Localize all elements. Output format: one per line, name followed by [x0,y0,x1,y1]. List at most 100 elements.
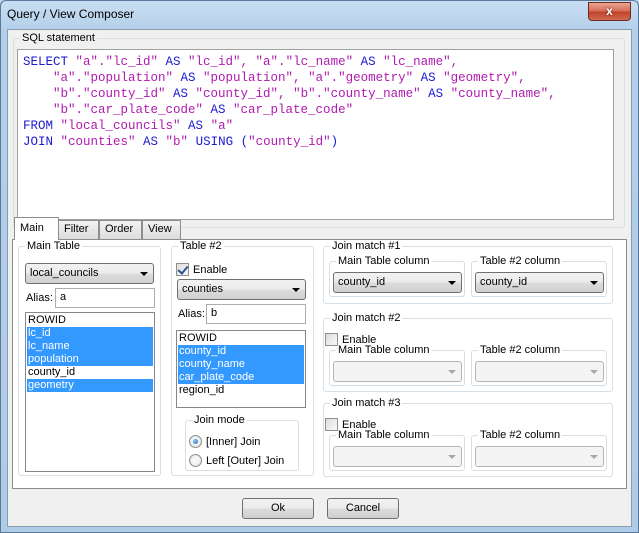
sql-identifier: "a"."population" [23,71,181,85]
chevron-down-icon [590,281,598,285]
sql-identifier: "b"."car_plate_code" [23,103,211,117]
left-outer-join-label: Left [Outer] Join [206,455,285,467]
sql-line: JOIN "counties" AS "b" USING ("county_id… [23,134,608,150]
sql-keyword: AS [173,87,196,101]
sql-keyword: JOIN [23,135,61,149]
sql-statement-text[interactable]: SELECT "a"."lc_id" AS "lc_id", "a"."lc_n… [17,49,614,220]
sql-identifier: "lc_id", "a"."lc_name" [188,55,361,69]
close-button[interactable]: x [588,2,631,21]
jm3-t2-col-select[interactable] [475,446,604,467]
sql-line: "b"."car_plate_code" AS "car_plate_code" [23,102,608,118]
sql-keyword: AS [180,71,204,85]
join-match-1-label: Join match #1 [332,240,401,252]
inner-join-label: [Inner] Join [206,436,261,448]
sql-keyword: FROM [23,119,61,133]
jm3-main-col-select[interactable] [333,446,462,467]
jm2-t2-col-label: Table #2 column [480,344,561,356]
cancel-button[interactable]: Cancel [327,498,399,519]
table2-alias-label: Alias: [178,308,205,320]
sql-keyword: ) [330,135,339,149]
window-title: Query / View Composer [7,7,135,21]
chevron-down-icon [448,370,456,374]
sql-keyword: AS [360,55,384,69]
sql-keyword: AS [188,119,211,133]
column-list-item[interactable]: population [27,353,153,366]
column-list-item[interactable]: ROWID [27,314,153,327]
join-mode-label: Join mode [194,414,245,426]
column-list-item[interactable]: county_name [178,358,304,371]
sql-keyword: AS [210,103,234,117]
column-list-item[interactable]: region_id [178,384,304,397]
sql-keyword: SELECT [23,55,76,69]
join-match-2-label: Join match #2 [332,312,401,324]
chevron-down-icon [590,370,598,374]
jm1-main-col-label: Main Table column [338,255,430,267]
close-icon: x [606,4,613,18]
sql-identifier: "county_name", [450,87,556,101]
sql-identifier: "b"."county_id" [23,87,174,101]
jm1-t2-col-select[interactable]: county_id [475,272,604,293]
sql-keyword: USING ( [195,135,249,149]
sql-identifier: "car_plate_code" [233,103,354,117]
main-table-value: local_councils [30,267,99,279]
inner-join-radio[interactable] [189,435,202,448]
table2-enable-checkbox[interactable] [176,263,189,276]
tab-view[interactable]: View [142,220,181,239]
sql-identifier: "b" [165,135,196,149]
table2-label: Table #2 [180,240,222,252]
sql-identifier: "local_councils" [60,119,189,133]
sql-keyword: AS [143,135,166,149]
column-list-item[interactable]: county_id [27,366,153,379]
chevron-down-icon [140,272,148,276]
sql-identifier: "a"."lc_id" [75,55,166,69]
jm1-t2-col-label: Table #2 column [480,255,561,267]
sql-identifier: "population", "a"."geometry" [203,71,421,85]
title-bar: Query / View Composer x [1,1,638,29]
tab-filter[interactable]: Filter [58,220,99,239]
column-list-item[interactable]: ROWID [178,332,304,345]
tab-main[interactable]: Main [14,217,59,240]
jm2-t2-col-select[interactable] [475,361,604,382]
ok-button[interactable]: Ok [242,498,314,519]
jm3-main-col-label: Main Table column [338,429,430,441]
main-table-label: Main Table [27,240,80,252]
main-alias-label: Alias: [26,292,53,304]
sql-keyword: AS [165,55,189,69]
column-list-item[interactable]: car_plate_code [178,371,304,384]
chevron-down-icon [448,455,456,459]
column-list-item[interactable]: geometry [27,379,153,392]
sql-identifier: "county_id" [248,135,331,149]
sql-keyword: AS [428,87,451,101]
table2-alias-input[interactable]: b [206,304,306,324]
jm3-t2-col-label: Table #2 column [480,429,561,441]
main-alias-input[interactable]: a [55,288,155,308]
sql-line: "a"."population" AS "population", "a"."g… [23,70,608,86]
left-outer-join-radio[interactable] [189,454,202,467]
sql-statement-label: SQL statement [22,32,95,44]
sql-identifier: "geometry", [443,71,526,85]
jm1-t2-col-value: county_id [480,276,528,288]
sql-identifier: "a" [210,119,234,133]
chevron-down-icon [590,455,598,459]
dialog-client: SQL statement SELECT "a"."lc_id" AS "lc_… [7,29,632,527]
sql-identifier: "lc_name", [383,55,459,69]
table2-columns-list[interactable]: ROWID county_id county_name car_plate_code r… [176,330,306,408]
jm2-main-col-label: Main Table column [338,344,430,356]
sql-line: SELECT "a"."lc_id" AS "lc_id", "a"."lc_n… [23,54,608,70]
column-list-item[interactable]: lc_name [27,340,153,353]
main-tab-panel: Main Table local_councils Alias: a ROWID… [12,239,627,489]
column-list-item[interactable]: county_id [178,345,304,358]
chevron-down-icon [292,288,300,292]
tab-order[interactable]: Order [99,220,142,239]
column-list-item[interactable]: lc_id [27,327,153,340]
join-match-3-label: Join match #3 [332,397,401,409]
main-table-select[interactable]: local_councils [25,263,154,284]
table2-value: counties [182,283,223,295]
table2-select[interactable]: counties [177,279,306,300]
main-columns-list[interactable]: ROWID lc_id lc_name population county_id geom… [25,312,155,472]
sql-identifier: "county_id", "b"."county_name" [195,87,429,101]
sql-keyword: AS [420,71,444,85]
jm1-main-col-select[interactable]: county_id [333,272,462,293]
jm2-main-col-select[interactable] [333,361,462,382]
sql-line: FROM "local_councils" AS "a" [23,118,608,134]
